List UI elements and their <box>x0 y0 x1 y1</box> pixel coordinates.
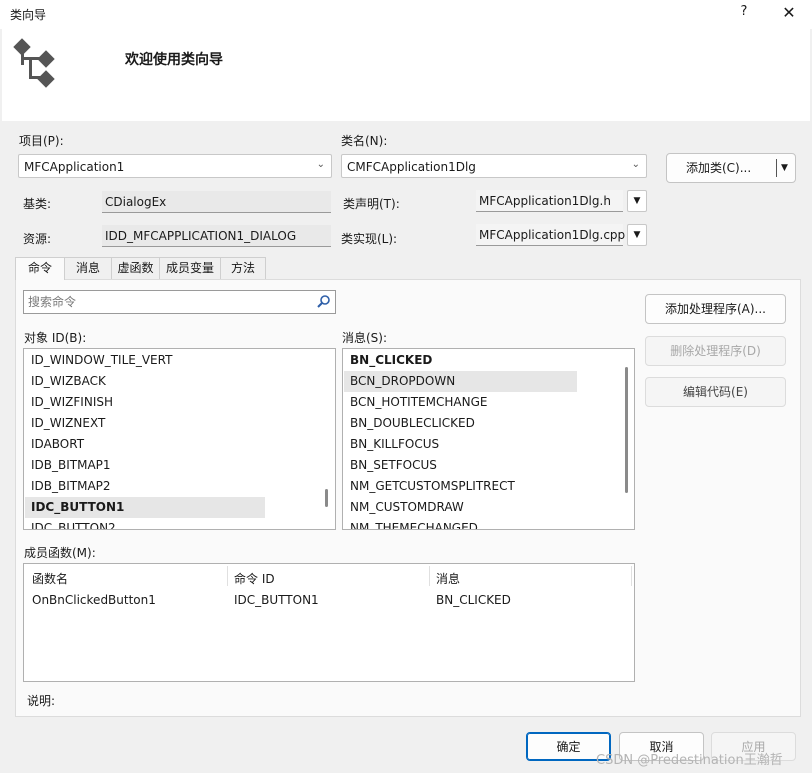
search-box <box>23 290 336 314</box>
list-item[interactable]: ID_WIZFINISH <box>31 392 113 413</box>
column-header-message[interactable]: 消息 <box>436 570 460 587</box>
list-item[interactable]: BCN_HOTITEMCHANGE <box>350 392 487 413</box>
base-class-value: CDialogEx <box>105 195 167 209</box>
class-impl-value: MFCApplication1Dlg.cpp <box>479 228 626 242</box>
list-item[interactable]: ID_WINDOW_TILE_VERT <box>31 350 172 371</box>
list-item[interactable]: BCN_DROPDOWN <box>350 371 455 392</box>
table-cell: IDC_BUTTON1 <box>234 593 319 607</box>
header-banner: 欢迎使用类向导 <box>2 29 810 121</box>
list-item[interactable]: ID_WIZNEXT <box>31 413 105 434</box>
class-impl-field[interactable]: MFCApplication1Dlg.cpp <box>476 224 626 246</box>
member-functions-table[interactable]: 函数名 命令 ID 消息 OnBnClickedButton1 IDC_BUTT… <box>23 563 635 682</box>
list-item-selected[interactable]: IDC_BUTTON1 <box>31 497 124 518</box>
edit-code-button[interactable]: 编辑代码(E) <box>645 377 786 407</box>
member-functions-label: 成员函数(M): <box>24 546 96 560</box>
tab-member-variables[interactable]: 成员变量 <box>159 257 221 279</box>
tab-commands[interactable]: 命令 <box>15 257 65 280</box>
project-label: 项目(P): <box>19 134 64 148</box>
class-wizard-window: 类向导 ? ✕ 欢迎使用类向导 项目(P): MFCApplication1 ⌄… <box>0 0 812 773</box>
classname-value: CMFCApplication1Dlg <box>347 160 476 174</box>
list-item[interactable]: IDC_BUTTON2 <box>31 518 116 529</box>
list-item[interactable]: IDB_BITMAP2 <box>31 476 111 497</box>
base-class-label: 基类: <box>23 197 52 211</box>
tab-virtual-functions[interactable]: 虚函数 <box>111 257 160 279</box>
list-item[interactable]: NM_GETCUSTOMSPLITRECT <box>350 476 515 497</box>
class-decl-label: 类声明(T): <box>343 197 400 211</box>
list-item[interactable]: BN_DOUBLECLICKED <box>350 413 475 434</box>
list-item[interactable]: BN_KILLFOCUS <box>350 434 439 455</box>
resource-value: IDD_MFCAPPLICATION1_DIALOG <box>105 229 297 243</box>
add-class-label: 添加类(C)... <box>686 161 752 175</box>
column-header-function-name[interactable]: 函数名 <box>32 570 68 587</box>
class-decl-value: MFCApplication1Dlg.h <box>479 194 611 208</box>
add-handler-button[interactable]: 添加处理程序(A)... <box>645 294 786 324</box>
list-item[interactable]: BN_SETFOCUS <box>350 455 437 476</box>
classname-combo[interactable]: CMFCApplication1Dlg ⌄ <box>341 154 647 178</box>
banner-title: 欢迎使用类向导 <box>125 52 223 68</box>
column-header-command-id[interactable]: 命令 ID <box>234 570 275 587</box>
add-class-button[interactable]: 添加类(C)... ▼ <box>666 153 796 183</box>
chevron-down-icon: ⌄ <box>316 159 325 170</box>
table-cell: BN_CLICKED <box>436 593 511 607</box>
messages-list[interactable]: BN_CLICKED BCN_DROPDOWN BCN_HOTITEMCHANG… <box>342 348 635 530</box>
window-title: 类向导 <box>10 8 47 22</box>
class-decl-dropdown-icon[interactable]: ▼ <box>627 190 647 212</box>
title-bar: 类向导 ? ✕ <box>0 0 812 29</box>
object-ids-list[interactable]: ID_WINDOW_TILE_VERT ID_WIZBACK ID_WIZFIN… <box>23 348 336 530</box>
class-wizard-logo-icon <box>13 38 55 88</box>
class-decl-field[interactable]: MFCApplication1Dlg.h <box>476 190 623 212</box>
resource-field: IDD_MFCAPPLICATION1_DIALOG <box>102 225 331 247</box>
list-item[interactable]: NM_CUSTOMDRAW <box>350 497 464 518</box>
object-ids-label: 对象 ID(B): <box>24 331 87 345</box>
class-impl-dropdown-icon[interactable]: ▼ <box>627 224 647 246</box>
tab-messages[interactable]: 消息 <box>64 257 112 279</box>
list-item[interactable]: ID_WIZBACK <box>31 371 106 392</box>
base-class-field: CDialogEx <box>102 191 331 213</box>
watermark-text: CSDN @Predestination王瀚哲 <box>596 753 783 768</box>
object-ids-scrollbar[interactable] <box>325 489 328 507</box>
list-item[interactable]: BN_CLICKED <box>350 350 432 371</box>
messages-label: 消息(S): <box>342 331 388 345</box>
class-impl-label: 类实现(L): <box>341 232 398 246</box>
list-item[interactable]: NM_THEMECHANGED <box>350 518 478 529</box>
tab-methods[interactable]: 方法 <box>220 257 266 279</box>
help-button[interactable]: ? <box>736 4 752 19</box>
table-cell: OnBnClickedButton1 <box>32 593 156 607</box>
resource-label: 资源: <box>23 232 52 246</box>
close-button[interactable]: ✕ <box>778 3 800 22</box>
search-input[interactable] <box>26 293 315 311</box>
description-label: 说明: <box>27 694 56 708</box>
messages-scrollbar[interactable] <box>625 367 628 493</box>
chevron-down-icon: ⌄ <box>631 159 640 170</box>
delete-handler-button[interactable]: 删除处理程序(D) <box>645 336 786 366</box>
search-icon[interactable] <box>316 293 332 311</box>
project-value: MFCApplication1 <box>24 160 125 174</box>
list-item[interactable]: IDABORT <box>31 434 84 455</box>
classname-label: 类名(N): <box>341 134 388 148</box>
list-item[interactable]: IDB_BITMAP1 <box>31 455 111 476</box>
add-class-dropdown-icon[interactable]: ▼ <box>781 154 788 182</box>
project-combo[interactable]: MFCApplication1 ⌄ <box>18 154 332 178</box>
